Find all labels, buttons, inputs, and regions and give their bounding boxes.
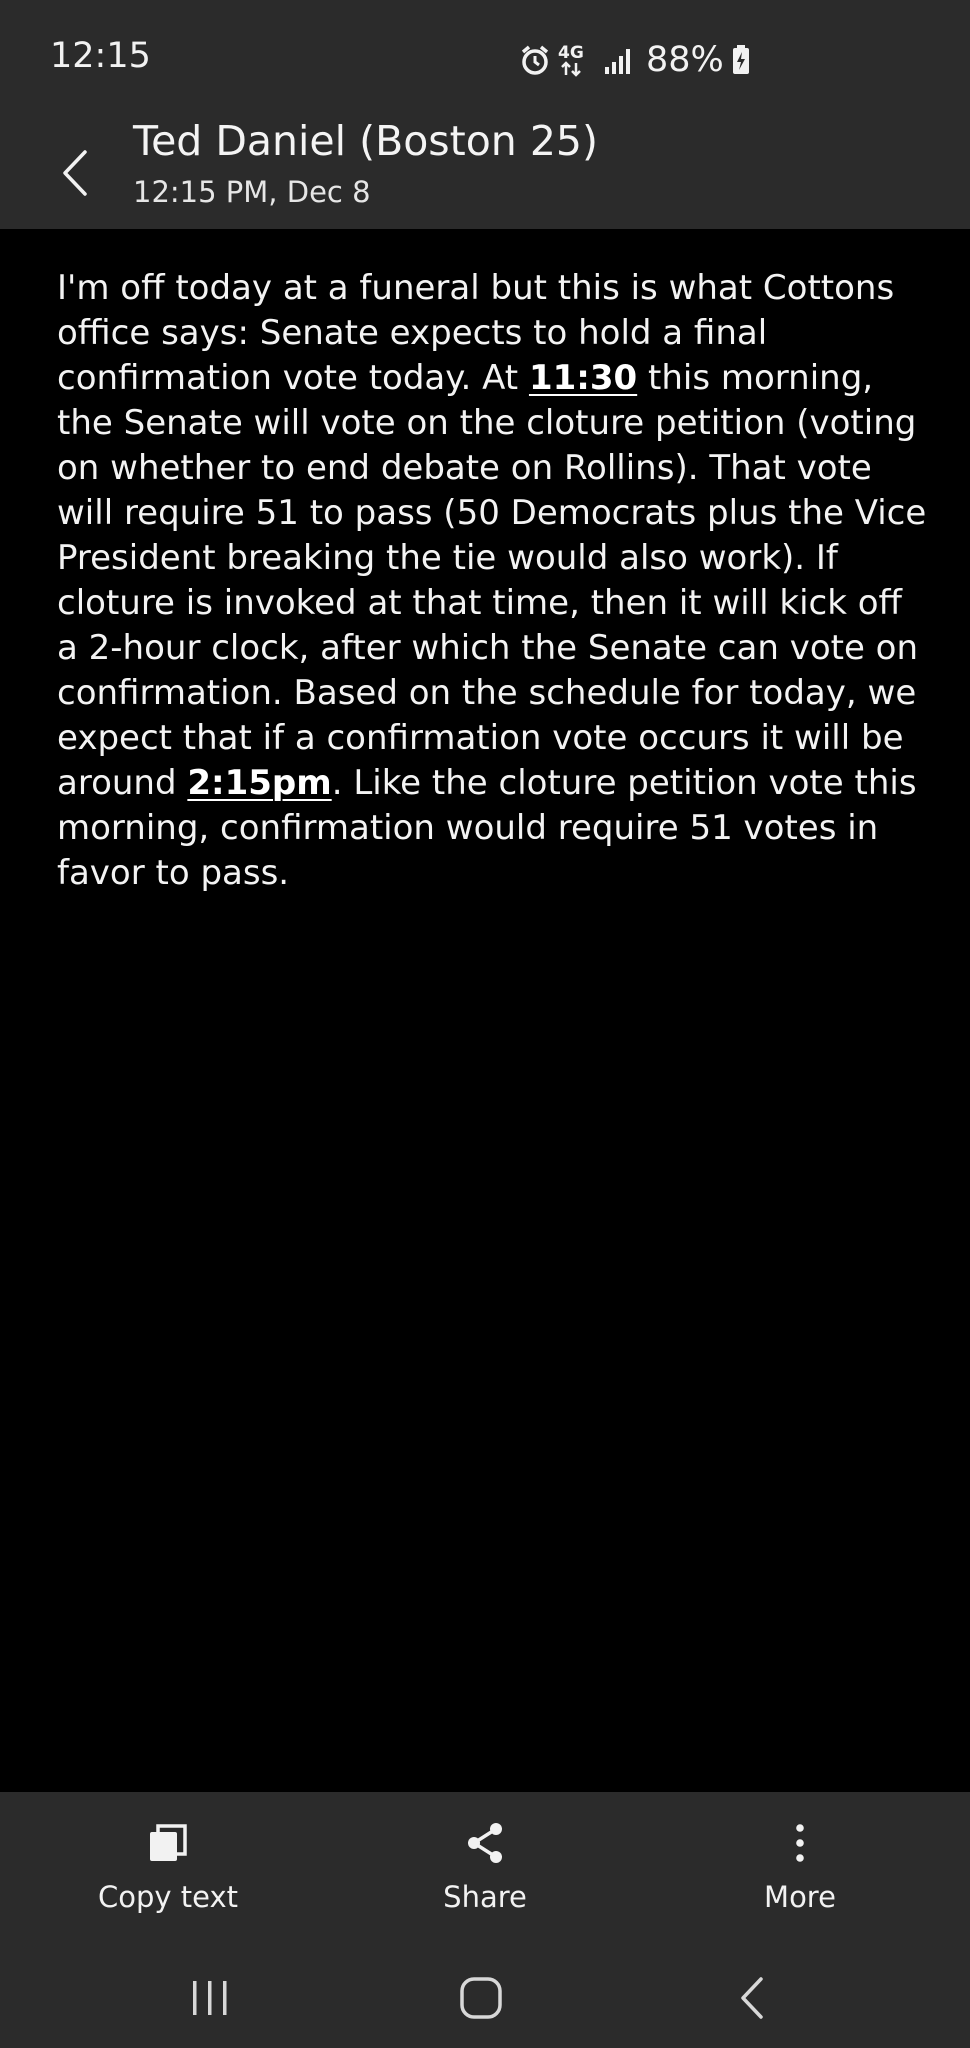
- back-button[interactable]: [46, 137, 102, 209]
- recents-icon: [193, 1981, 227, 2015]
- copy-text-label: Copy text: [97, 1880, 238, 1914]
- conversation-header: Ted Daniel (Boston 25) 12:15 PM, Dec 8: [0, 117, 970, 229]
- more-button[interactable]: More: [690, 1792, 910, 1944]
- network-4g-icon: 4G: [558, 43, 596, 77]
- nav-back-button[interactable]: [707, 1968, 797, 2028]
- recents-button[interactable]: [165, 1968, 255, 2028]
- more-label: More: [764, 1880, 836, 1914]
- time-link[interactable]: 11:30: [529, 358, 637, 398]
- message-timestamp: 12:15 PM, Dec 8: [133, 175, 371, 209]
- share-button[interactable]: Share: [375, 1792, 595, 1944]
- message-body: I'm off today at a funeral but this is w…: [57, 266, 927, 896]
- back-arrow-icon: [63, 150, 87, 196]
- navigation-bar: [0, 1944, 970, 2048]
- battery-percentage: 88%: [646, 40, 724, 80]
- message-text: this morning, the Senate will vote on th…: [57, 358, 927, 803]
- share-label: Share: [443, 1880, 527, 1914]
- more-vertical-icon: [796, 1824, 804, 1862]
- copy-text-button[interactable]: Copy text: [58, 1792, 278, 1944]
- status-time: 12:15: [50, 36, 151, 76]
- time-link[interactable]: 2:15pm: [187, 763, 331, 803]
- battery-charging-icon: [732, 45, 750, 75]
- home-icon: [460, 1977, 502, 2019]
- message-detail-screen: 12:15 4G 88% Ted Daniel (Boston 25) 12:1…: [0, 0, 970, 2048]
- status-bar: 12:15 4G 88%: [0, 0, 970, 117]
- signal-icon: [604, 45, 634, 75]
- home-button[interactable]: [436, 1968, 526, 2028]
- nav-back-icon: [741, 1977, 763, 2019]
- sender-name: Ted Daniel (Boston 25): [133, 117, 598, 165]
- status-icons: 4G 88%: [520, 36, 750, 84]
- copy-icon: [150, 1824, 187, 1861]
- action-bar: Copy text Share More: [0, 1792, 970, 1944]
- share-icon: [468, 1823, 502, 1863]
- alarm-icon: [520, 44, 550, 76]
